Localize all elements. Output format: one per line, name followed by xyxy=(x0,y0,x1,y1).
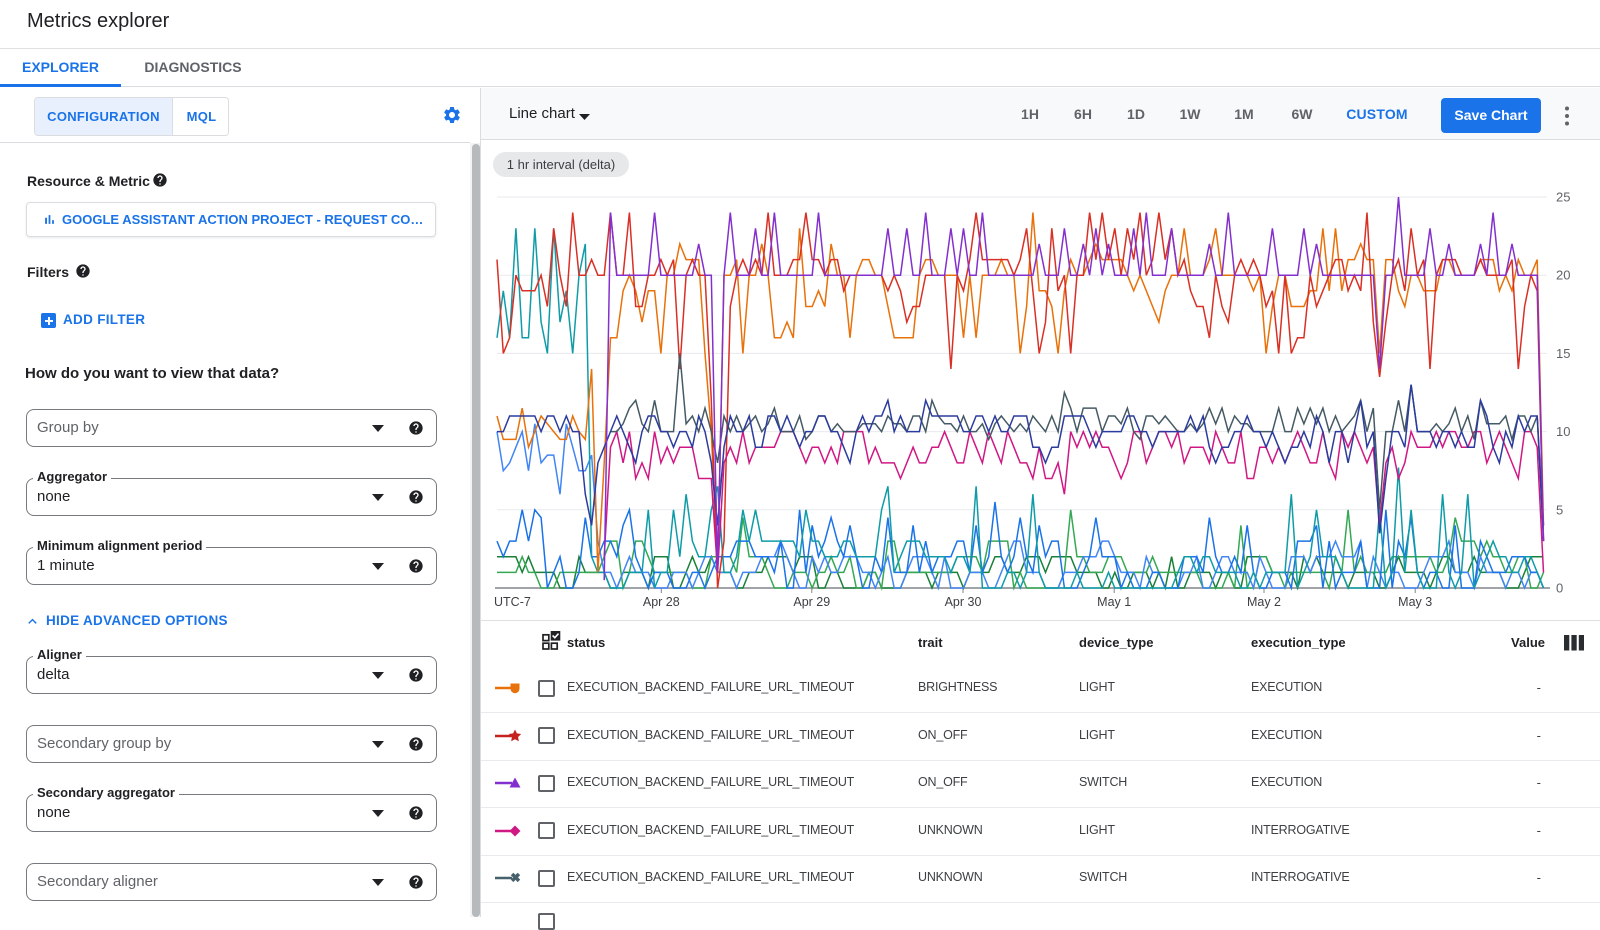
svg-text:UTC-7: UTC-7 xyxy=(494,595,531,609)
svg-text:5: 5 xyxy=(1556,502,1563,517)
svg-text:May 1: May 1 xyxy=(1097,595,1131,609)
svg-text:Apr 30: Apr 30 xyxy=(945,595,982,609)
svg-text:Apr 29: Apr 29 xyxy=(793,595,830,609)
svg-text:10: 10 xyxy=(1556,424,1570,439)
svg-text:15: 15 xyxy=(1556,346,1570,361)
svg-text:May 2: May 2 xyxy=(1247,595,1281,609)
svg-text:20: 20 xyxy=(1556,268,1570,283)
svg-text:Apr 28: Apr 28 xyxy=(643,595,680,609)
svg-text:0: 0 xyxy=(1556,581,1563,596)
svg-text:25: 25 xyxy=(1556,190,1570,205)
svg-text:May 3: May 3 xyxy=(1398,595,1432,609)
